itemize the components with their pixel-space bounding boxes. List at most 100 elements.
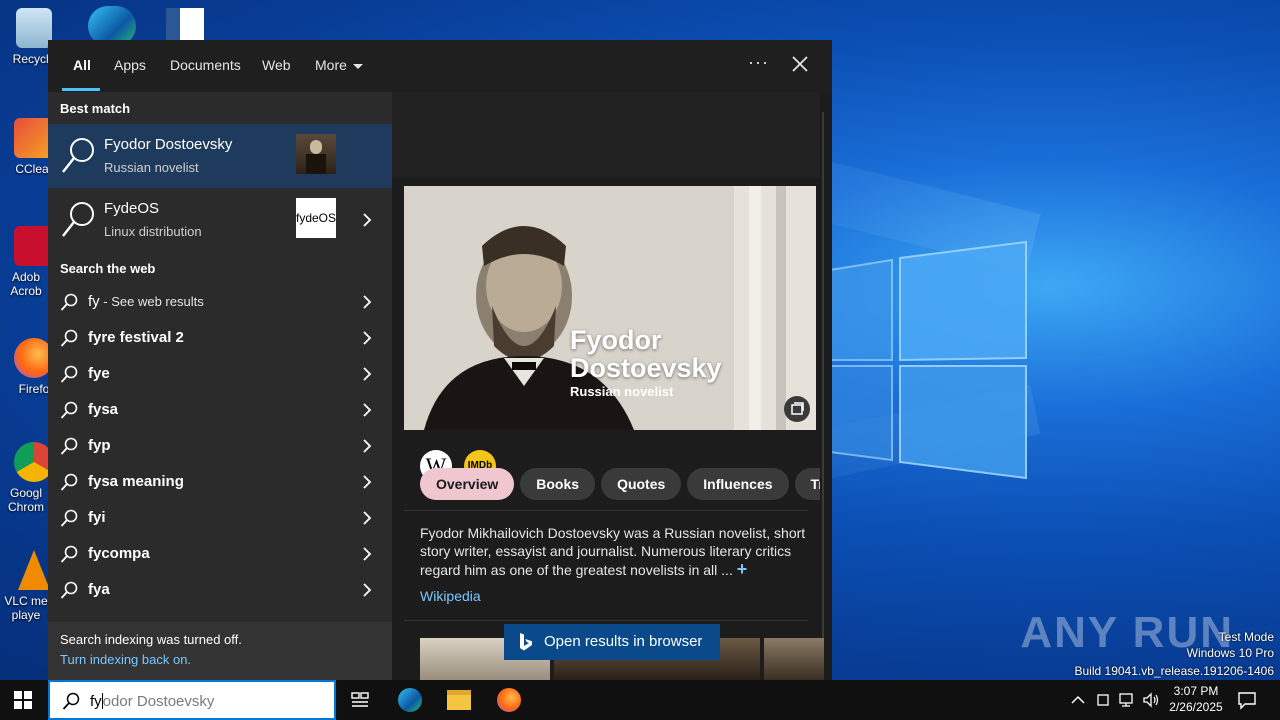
desktop-icon-label: Googl Chrom [7, 486, 44, 514]
result-title: FydeOS [104, 200, 160, 217]
word-desktop-icon[interactable] [166, 8, 204, 44]
web-suggestion-text: fya [88, 581, 110, 598]
search-query: fyodor Dostoevsky [90, 693, 214, 710]
topic-pill[interactable]: Quotes [601, 468, 682, 500]
firefox-icon[interactable] [497, 688, 521, 712]
windows-start-icon[interactable] [14, 691, 32, 709]
description: Fyodor Mikhailovich Dostoevsky was a Rus… [420, 524, 810, 579]
chevron-right-icon [363, 439, 372, 453]
chevron-right-icon[interactable] [362, 213, 372, 227]
web-query-text: fy [88, 293, 100, 310]
chevron-right-icon [363, 475, 372, 489]
detail-pane: Fyodor Dostoevsky Russian novelist W IMD… [392, 92, 832, 680]
topic-pill[interactable]: Influences [687, 468, 789, 500]
chevron-right-icon [363, 403, 372, 417]
web-suggestion[interactable]: fysa meaning [48, 464, 392, 500]
search-icon [60, 581, 78, 599]
search-icon [62, 692, 80, 710]
web-suggestion-fy[interactable]: fy - See web results [48, 284, 392, 320]
bing-icon [520, 633, 532, 651]
web-suggestion[interactable]: fysa [48, 392, 392, 428]
desktop-icon-label: VLC me playe [4, 594, 48, 622]
web-suggestion[interactable]: fyi [48, 500, 392, 536]
taskbar: fyodor Dostoevsky 3:07 PM 2/26/2025 [0, 680, 1280, 720]
search-icon [60, 365, 78, 383]
expand-image-icon[interactable] [784, 396, 810, 422]
web-suggestion[interactable]: fyre festival 2 [48, 320, 392, 356]
chevron-up-icon[interactable] [1070, 692, 1086, 708]
search-icon [60, 509, 78, 527]
indexing-notice: Search indexing was turned off. Turn ind… [48, 622, 392, 680]
tab-documents[interactable]: Documents [170, 57, 241, 73]
web-suggestion-text: fycompa [88, 545, 150, 562]
recycle-bin-icon [16, 8, 52, 48]
web-query-hint: - See web results [99, 294, 204, 309]
tab-more[interactable]: More [315, 57, 363, 73]
web-suggestion-text: fysa meaning [88, 473, 184, 490]
close-icon[interactable] [788, 52, 812, 76]
watermark-build: Build 19041.vb_release.191206-1406 [1074, 664, 1275, 678]
device-icon[interactable] [1095, 692, 1111, 708]
clock-time: 3:07 PM [1173, 684, 1219, 698]
search-icon [62, 202, 94, 237]
system-clock[interactable]: 3:07 PM 2/26/2025 [1166, 683, 1226, 715]
more-options-icon[interactable]: ··· [748, 52, 769, 73]
desktop-icon-label: Firefo [18, 382, 50, 396]
chevron-right-icon [363, 331, 372, 345]
result-title: Fyodor Dostoevsky [104, 136, 233, 153]
chevron-right-icon [363, 583, 372, 597]
desktop-icon-label: Adob Acrob [10, 270, 42, 298]
search-icon [60, 473, 78, 491]
tab-more-label: More [315, 57, 347, 73]
taskbar-search-input[interactable]: fyodor Dostoevsky [48, 680, 336, 720]
web-suggestion[interactable]: fya [48, 572, 392, 608]
watermark-test-mode: Test Mode [1218, 630, 1274, 644]
scrollbar[interactable] [822, 112, 824, 672]
web-suggestion[interactable]: fyp [48, 428, 392, 464]
active-tab-indicator [62, 88, 100, 91]
tab-all[interactable]: All [73, 57, 91, 73]
fydeos-logo: fydeOS [296, 198, 336, 238]
watermark-os: Windows 10 Pro [1186, 646, 1274, 660]
topic-pills: OverviewBooksQuotesInfluencesTriv [420, 468, 820, 502]
chevron-right-icon [363, 295, 372, 309]
web-suggestion-text: fye [88, 365, 110, 382]
hero-subtitle: Russian novelist [570, 384, 674, 399]
task-view-icon[interactable] [348, 688, 372, 712]
web-suggestion[interactable]: fycompa [48, 536, 392, 572]
result-fyodor-dostoevsky[interactable]: Fyodor Dostoevsky Russian novelist [48, 124, 392, 188]
expand-description-icon[interactable]: + [737, 559, 748, 579]
topic-pill[interactable]: Triv [794, 468, 820, 500]
notifications-icon[interactable] [1237, 690, 1257, 710]
description-text: Fyodor Mikhailovich Dostoevsky was a Rus… [420, 525, 806, 578]
web-suggestion-text: fyre festival 2 [88, 329, 184, 346]
file-explorer-icon[interactable] [447, 690, 471, 710]
windows-logo-wallpaper [830, 240, 1027, 480]
web-suggestion[interactable]: fye [48, 356, 392, 392]
related-image[interactable] [764, 638, 824, 680]
hero-name: Fyodor Dostoevsky [570, 325, 722, 383]
search-icon [62, 138, 94, 173]
tab-apps[interactable]: Apps [114, 57, 146, 73]
wikipedia-link[interactable]: Wikipedia [420, 588, 481, 604]
search-tabs-bar: All Apps Documents Web More ··· [48, 40, 832, 92]
chevron-right-icon [363, 511, 372, 525]
web-suggestion-text: fyp [88, 437, 111, 454]
tab-web[interactable]: Web [262, 57, 291, 73]
network-icon[interactable] [1118, 692, 1136, 708]
web-suggestion-text: fysa [88, 401, 119, 418]
clock-date: 2/26/2025 [1169, 700, 1223, 714]
turn-indexing-on-link[interactable]: Turn indexing back on. [60, 652, 191, 667]
best-match-heading: Best match [60, 101, 131, 116]
result-fydeos[interactable]: FydeOS Linux distribution fydeOS [48, 188, 392, 252]
topic-pill[interactable]: Books [520, 468, 596, 500]
web-query: fy - See web results [88, 293, 204, 310]
edge-icon[interactable] [398, 688, 422, 712]
hero-card[interactable]: Fyodor Dostoevsky Russian novelist [404, 186, 816, 430]
topic-pill[interactable]: Overview [420, 468, 515, 500]
portrait-thumbnail [296, 134, 336, 174]
divider [404, 510, 808, 511]
volume-icon[interactable] [1142, 692, 1160, 708]
search-icon [60, 437, 78, 455]
open-results-in-browser-button[interactable]: Open results in browser [504, 624, 720, 660]
